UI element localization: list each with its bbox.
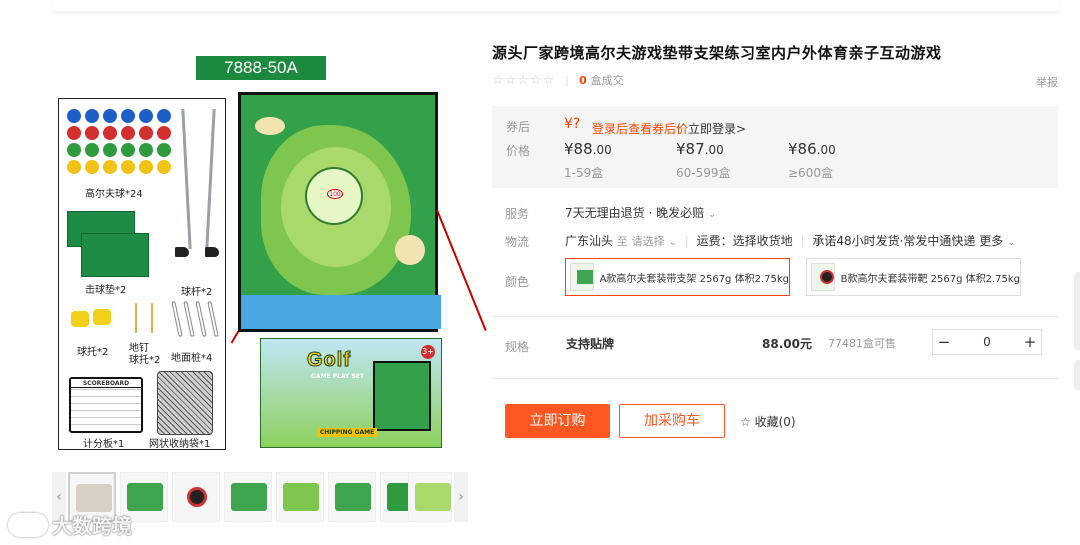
golf-club-graphic: [181, 109, 192, 249]
box-subtitle: GAME PLAY SET: [311, 373, 364, 380]
tier-range: 60-599盒: [676, 166, 731, 180]
divider: [492, 378, 1058, 379]
divider: [492, 316, 1058, 317]
report-link[interactable]: 举报: [1036, 74, 1058, 90]
logistics-row: 广东汕头 至 请选择 ⌄ | 运费：选择收货地 | 承诺48小时发货·常发中通快…: [565, 234, 1016, 248]
product-box-graphic: Golf GAME PLAY SET 3+ CHIPPING GAME: [260, 338, 442, 448]
destination-select[interactable]: 请选择: [632, 235, 665, 248]
net-bag-label: 网状收纳袋*1: [149, 439, 211, 450]
login-link[interactable]: 立即登录>: [688, 122, 746, 136]
sold-unit: 盒成交: [590, 74, 624, 87]
box-footer: CHIPPING GAME: [317, 428, 377, 437]
rating-row: ☆☆☆☆☆ | 0 盒成交: [492, 72, 624, 88]
service-dropdown[interactable]: 7天无理由退货 · 晚发必赔 ⌄: [565, 204, 716, 221]
price-panel: 券后 ¥? 登录后查看券后价立即登录> 价格 ¥88.00 1-59盒 ¥87.…: [492, 106, 1058, 188]
star-icon: ☆: [740, 415, 751, 429]
main-product-image[interactable]: 7888-50A 高尔夫球*24 球杆*2 击球垫*2 球托*2 地钉 球托*2…: [56, 50, 487, 458]
shipping-fee: 运费：选择收货地: [696, 234, 793, 248]
tier-price: ¥86.00: [788, 140, 836, 158]
tier-range: 1-59盒: [564, 166, 604, 180]
coupon-label: 券后: [506, 120, 531, 134]
hitting-mat-graphic: [81, 233, 149, 277]
thumb-next-button[interactable]: ›: [454, 472, 468, 522]
top-panel-edge: [52, 0, 1060, 12]
sold-count: 0: [579, 73, 587, 87]
tee-graphic: [93, 309, 111, 325]
spec-price: 88.00元: [762, 337, 812, 351]
price-label: 价格: [506, 144, 531, 158]
more-logistics-link[interactable]: 更多: [979, 234, 1003, 248]
decrease-button[interactable]: −: [933, 333, 955, 351]
box-title: Golf: [307, 349, 351, 372]
mat-label: 击球垫*2: [85, 285, 127, 296]
thumbnail[interactable]: [172, 472, 220, 522]
thumbnail[interactable]: [328, 472, 376, 522]
service-label: 服务: [505, 207, 530, 221]
favorite-button[interactable]: ☆ 收藏(0): [740, 413, 796, 430]
quantity-stepper: − 0 +: [932, 329, 1042, 355]
spec-label: 规格: [505, 340, 530, 354]
golf-balls-graphic: [67, 109, 171, 174]
thumbnail[interactable]: [408, 472, 452, 522]
rating-stars-icon: ☆☆☆☆☆: [492, 72, 556, 88]
side-toolbar-tab[interactable]: [1074, 272, 1080, 350]
golf-club-graphic: [205, 109, 216, 249]
quantity-input[interactable]: 0: [955, 335, 1019, 349]
stake-graphic: [171, 300, 183, 338]
logistics-label: 物流: [505, 235, 530, 249]
tier-price: ¥88.00: [564, 140, 612, 158]
color-label: 颜色: [505, 275, 530, 289]
increase-button[interactable]: +: [1019, 333, 1041, 351]
parts-list-panel: 高尔夫球*24 球杆*2 击球垫*2 球托*2 地钉 球托*2 地面桩*4 SC…: [58, 98, 226, 450]
net-bag-graphic: [157, 371, 213, 435]
peg-graphic: [135, 303, 137, 333]
tier-price: ¥87.00: [676, 140, 724, 158]
tee-label: 球托*2: [77, 347, 109, 358]
option-thumbnail: [570, 263, 594, 291]
balls-label: 高尔夫球*24: [85, 189, 143, 200]
coupon-hint: 登录后查看券后价立即登录>: [592, 122, 747, 136]
watermark-logo-icon: [8, 512, 48, 537]
model-badge: 7888-50A: [196, 56, 326, 80]
scoreboard-graphic: SCOREBOARD: [69, 377, 143, 433]
watermark: 大数跨境: [8, 510, 132, 539]
thumbnail[interactable]: [276, 472, 324, 522]
peg-graphic: [151, 303, 153, 333]
option-thumbnail: [811, 263, 835, 291]
order-now-button[interactable]: 立即订购: [505, 404, 610, 438]
golf-target-net-graphic: 100: [238, 92, 441, 332]
color-option-a[interactable]: A款高尔夫套装带支架 2567g 体积2.75kg: [565, 258, 790, 296]
spec-stock: 77481盒可售: [828, 337, 896, 350]
tee-graphic: [71, 311, 89, 327]
side-toolbar-tab[interactable]: [1074, 360, 1080, 390]
spec-name: 支持贴牌: [566, 337, 615, 351]
target-hole-label: 100: [327, 189, 343, 199]
thumbnail[interactable]: [224, 472, 272, 522]
add-to-cart-button[interactable]: 加采购车: [619, 404, 725, 438]
stake-label: 地面桩*4: [171, 353, 213, 364]
ship-origin: 广东汕头: [565, 234, 614, 248]
chevron-down-icon: ⌄: [707, 209, 717, 220]
tier-range: ≥600盒: [788, 166, 833, 180]
chevron-down-icon: ⌄: [1007, 237, 1016, 248]
coupon-price-icon: ¥?: [564, 116, 581, 132]
scoreboard-label: 计分板*1: [83, 439, 125, 450]
peg-label: 地钉 球托*2: [129, 343, 161, 366]
club-label: 球杆*2: [181, 287, 213, 298]
product-title: 源头厂家跨境高尔夫游戏垫带支架练习室内户外体育亲子互动游戏: [492, 44, 942, 62]
delivery-promise: 承诺48小时发货·常发中通快递: [812, 234, 976, 248]
chevron-down-icon: ⌄: [668, 237, 677, 248]
color-option-b[interactable]: B款高尔夫套装带靶 2567g 体积2.75kg: [806, 258, 1021, 296]
age-badge: 3+: [421, 345, 435, 359]
